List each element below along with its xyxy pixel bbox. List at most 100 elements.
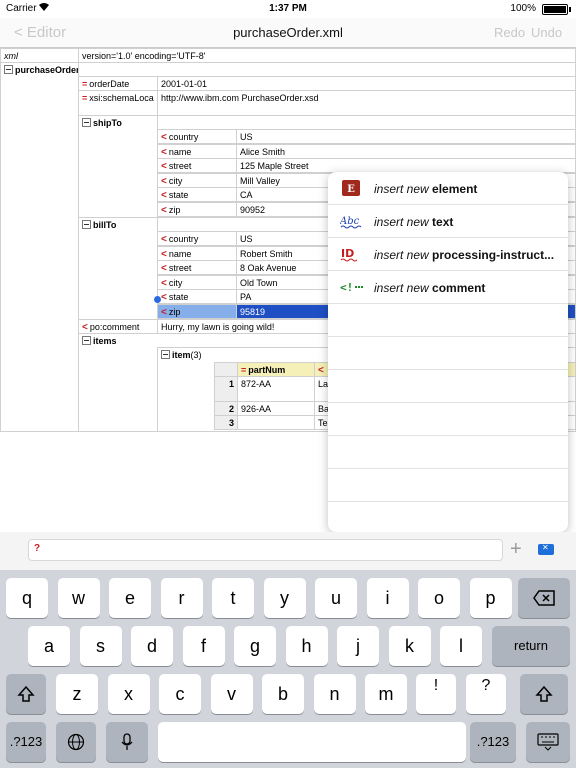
partnum-cell[interactable]: 926-AA: [237, 401, 315, 416]
element-name-cell[interactable]: < country: [157, 231, 237, 246]
element-name-cell[interactable]: < street: [157, 158, 237, 173]
element-name-cell[interactable]: < name: [157, 245, 237, 261]
attr-value-cell[interactable]: http://www.ibm.com PurchaseOrder.xsd: [157, 90, 576, 116]
key-h[interactable]: h: [285, 626, 328, 666]
key-j[interactable]: j: [337, 626, 379, 666]
element-name-cell[interactable]: < zip: [157, 303, 237, 319]
collapse-icon[interactable]: [82, 118, 91, 127]
add-button[interactable]: +: [510, 538, 522, 561]
numbers-key-left[interactable]: .?123: [6, 722, 46, 762]
key-u[interactable]: u: [315, 578, 357, 618]
element-value-cell[interactable]: 125 Maple Street: [236, 158, 576, 173]
element-value-cell[interactable]: US: [236, 129, 576, 144]
element-icon: <: [161, 306, 167, 318]
shipto-element[interactable]: shipTo: [78, 115, 158, 218]
key-o[interactable]: o: [418, 578, 460, 618]
shift-icon: [535, 685, 553, 702]
key-r[interactable]: r: [160, 578, 203, 618]
key-k[interactable]: k: [388, 626, 431, 666]
key-c[interactable]: c: [159, 674, 201, 714]
element-name-cell[interactable]: < state: [157, 289, 237, 304]
key-l[interactable]: l: [440, 626, 482, 666]
element-name-cell[interactable]: < name: [157, 143, 237, 159]
key-v[interactable]: v: [210, 674, 253, 714]
backspace-key[interactable]: [518, 578, 570, 618]
attr-name-cell[interactable]: = xsi:schemaLoca: [78, 90, 158, 116]
node-type-icon[interactable]: ?: [34, 543, 40, 554]
row-number[interactable]: 1: [214, 376, 238, 402]
microphone-key[interactable]: [106, 722, 148, 762]
element-icon: <: [161, 132, 167, 143]
element-name-cell[interactable]: < street: [157, 260, 237, 275]
hide-keyboard-key[interactable]: [526, 722, 570, 762]
question-key[interactable]: ?: [466, 674, 506, 714]
collapse-icon[interactable]: [82, 220, 91, 229]
root-element[interactable]: purchaseOrder: [0, 62, 79, 432]
node-value-input[interactable]: [28, 539, 503, 561]
key-b[interactable]: b: [262, 674, 304, 714]
option-prefix: insert new: [374, 215, 429, 229]
attr-value-cell[interactable]: 2001-01-01: [157, 76, 576, 91]
xml-decl-name[interactable]: xml: [0, 48, 79, 63]
billto-element[interactable]: billTo: [78, 217, 158, 320]
key-d[interactable]: d: [131, 626, 173, 666]
key-g[interactable]: g: [234, 626, 276, 666]
key-z[interactable]: z: [56, 674, 98, 714]
popover-empty-row: [328, 403, 568, 436]
key-q[interactable]: q: [6, 578, 48, 618]
element-name-cell[interactable]: < zip: [157, 201, 237, 217]
key-p[interactable]: p: [469, 578, 512, 618]
table-corner: [214, 362, 238, 377]
element-name-cell[interactable]: < city: [157, 172, 237, 188]
element-name: city: [168, 277, 183, 288]
collapse-icon[interactable]: [4, 65, 13, 74]
globe-key[interactable]: [56, 722, 96, 762]
element-name-cell[interactable]: < country: [157, 129, 237, 144]
delete-node-icon[interactable]: [538, 543, 554, 555]
key-t[interactable]: t: [212, 578, 254, 618]
return-key[interactable]: return: [492, 626, 570, 666]
key-e[interactable]: e: [109, 578, 151, 618]
key-n[interactable]: n: [313, 674, 356, 714]
row-number[interactable]: 3: [214, 415, 238, 430]
shift-key-left[interactable]: [6, 674, 46, 714]
key-i[interactable]: i: [366, 578, 409, 618]
insert-text-option[interactable]: Abc insert new text: [328, 205, 568, 238]
key-f[interactable]: f: [182, 626, 225, 666]
col-header-partnum[interactable]: = partNum: [237, 362, 315, 377]
undo-button[interactable]: Undo: [531, 25, 562, 40]
attr-name-cell[interactable]: = orderDate: [78, 76, 158, 91]
popover-empty-row: [328, 337, 568, 370]
microphone-icon: [121, 733, 133, 750]
insert-comment-option[interactable]: <! insert new comment: [328, 271, 568, 304]
root-element-label: purchaseOrder: [15, 65, 79, 75]
key-x[interactable]: x: [107, 674, 150, 714]
partnum-cell[interactable]: 872-AA: [237, 376, 315, 402]
shift-key-right[interactable]: [520, 674, 568, 714]
comment-name-cell[interactable]: < po:comment: [78, 319, 158, 334]
element-value-cell[interactable]: Alice Smith: [236, 143, 576, 159]
selection-handle-start[interactable]: [154, 296, 161, 303]
insert-pi-option[interactable]: ID insert new processing-instruct...: [328, 238, 568, 271]
space-key[interactable]: [158, 722, 466, 762]
xml-decl-value[interactable]: version='1.0' encoding='UTF-8': [78, 48, 576, 63]
element-icon: <: [161, 175, 167, 187]
element-name-cell[interactable]: < city: [157, 274, 237, 290]
attribute-icon: =: [82, 79, 88, 89]
key-m[interactable]: m: [365, 674, 407, 714]
insert-element-option[interactable]: E insert new element: [328, 172, 568, 205]
key-a[interactable]: a: [28, 626, 70, 666]
element-icon: <: [161, 248, 167, 260]
key-y[interactable]: y: [263, 578, 306, 618]
numbers-key-right[interactable]: .?123: [470, 722, 516, 762]
element-name-cell[interactable]: < state: [157, 187, 237, 202]
item-count: (3): [190, 350, 202, 360]
collapse-icon[interactable]: [82, 336, 91, 345]
partnum-cell[interactable]: [237, 415, 315, 430]
collapse-icon[interactable]: [161, 350, 170, 359]
redo-button[interactable]: Redo: [494, 25, 525, 40]
key-s[interactable]: s: [79, 626, 122, 666]
key-w[interactable]: w: [57, 578, 100, 618]
exclamation-key[interactable]: !: [416, 674, 456, 714]
row-number[interactable]: 2: [214, 401, 238, 416]
